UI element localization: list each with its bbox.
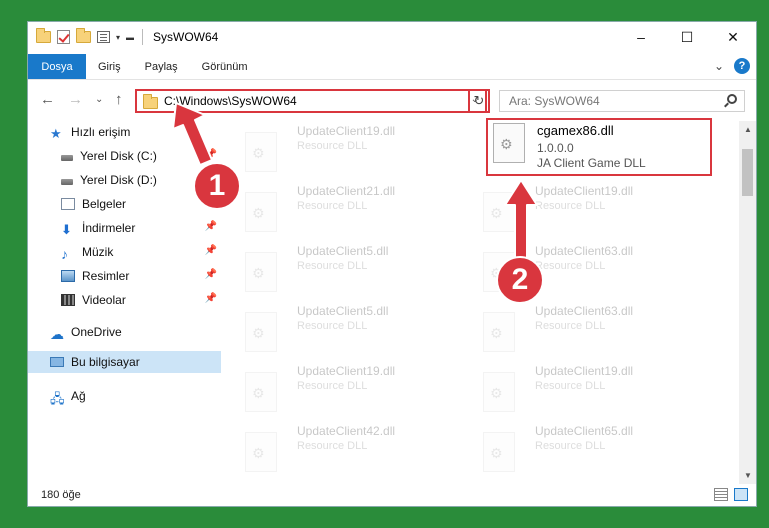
step-2-callout: 2 (496, 256, 544, 304)
step-1-callout: 1 (193, 162, 241, 210)
arrow-1-icon (172, 102, 213, 166)
annotation-arrows (172, 102, 538, 263)
arrow-2-icon (504, 179, 538, 263)
